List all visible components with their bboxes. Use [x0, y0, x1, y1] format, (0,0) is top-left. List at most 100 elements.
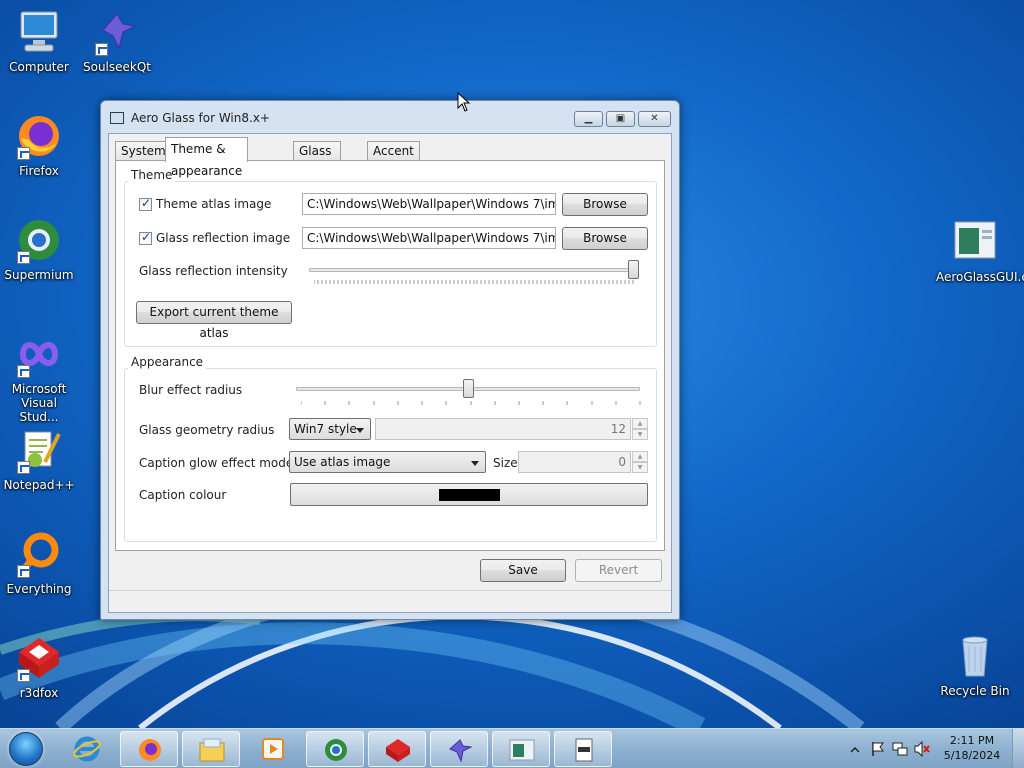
glass-reflection-browse-button[interactable]: Browse [562, 227, 648, 250]
taskbar-aeroglassgui[interactable] [492, 731, 550, 767]
desktop-icon-r3dfox[interactable]: r3dfox [0, 634, 78, 700]
minimize-button[interactable]: ▁ [574, 111, 603, 127]
close-icon: ✕ [650, 113, 659, 124]
desktop-icon-label: Everything [6, 582, 72, 596]
taskbar: 2:11 PM 5/18/2024 [0, 728, 1024, 768]
recycle-bin-icon [962, 636, 988, 677]
tab-glass-colors[interactable]: Glass colors [293, 141, 341, 177]
reflection-intensity-thumb[interactable] [628, 260, 639, 279]
desktop-icon-label: Recycle Bin [940, 684, 1010, 698]
status-bar [109, 590, 671, 612]
taskbar-clock[interactable]: 2:11 PM 5/18/2024 [942, 733, 1002, 763]
system-tray: 2:11 PM 5/18/2024 [834, 729, 1024, 768]
desktop-icon-computer[interactable]: Computer [0, 8, 78, 74]
blur-radius-label: Blur effect radius [139, 383, 243, 397]
taskbar-r3dfox[interactable] [368, 731, 426, 767]
glass-reflection-path-input[interactable]: C:\Windows\Web\Wallpaper\Windows 7\img0 [302, 227, 556, 249]
show-hidden-icons-icon[interactable] [850, 745, 860, 755]
caption-glow-label: Caption glow effect mode [139, 456, 294, 470]
geometry-radius-input[interactable]: 12 [375, 418, 631, 440]
glass-reflection-checkbox[interactable]: Glass reflection image [139, 230, 291, 245]
shortcut-arrow-icon [95, 43, 108, 56]
taskbar-soulseekqt[interactable] [430, 731, 488, 767]
reflection-intensity-label: Glass reflection intensity [139, 264, 288, 278]
geometry-radius-spinner[interactable]: ▲ ▼ [632, 418, 648, 440]
desktop-icon-notepadpp[interactable]: Notepad++ [0, 426, 78, 492]
glow-size-spinner[interactable]: ▲ ▼ [632, 451, 648, 473]
glow-size-input[interactable]: 0 [518, 451, 631, 473]
caption-glow-dropdown[interactable]: Use atlas image [289, 451, 486, 473]
window-titlebar[interactable]: Aero Glass for Win8.x+ ▁ ▣ ✕ [101, 101, 679, 133]
tab-system[interactable]: System [115, 141, 172, 161]
caption-colour-label: Caption colour [139, 488, 227, 502]
glass-reflection-label: Glass reflection image [156, 231, 291, 245]
theme-atlas-checkbox[interactable]: Theme atlas image [139, 196, 271, 211]
desktop-icon-label: r3dfox [19, 686, 59, 700]
geometry-style-value: Win7 style [294, 422, 357, 436]
export-theme-atlas-button[interactable]: Export current theme atlas [136, 301, 292, 340]
desktop-icon-everything[interactable]: Everything [0, 530, 78, 596]
taskbar-notepad-gif[interactable] [554, 731, 612, 767]
shortcut-arrow-icon [17, 669, 30, 682]
theme-atlas-browse-button[interactable]: Browse [562, 193, 648, 216]
computer-icon [20, 11, 58, 52]
r3dfox-icon [386, 739, 410, 762]
desktop-icon-label: Notepad++ [3, 478, 75, 492]
caption-colour-button[interactable] [290, 483, 648, 506]
spin-up-icon[interactable]: ▲ [632, 451, 648, 462]
desktop-icon-visual-studio[interactable]: Microsoft Visual Stud... [0, 330, 78, 424]
blur-radius-thumb[interactable] [462, 379, 474, 398]
network-icon[interactable] [892, 741, 908, 757]
media-player-icon [262, 738, 284, 760]
action-center-flag-icon[interactable] [870, 741, 886, 757]
notepad-gif-icon [575, 738, 593, 762]
appearance-group-legend: Appearance [128, 355, 207, 369]
windows-logo-icon [9, 732, 43, 766]
firefox-icon [139, 739, 161, 761]
volume-muted-icon[interactable] [914, 741, 930, 757]
desktop-icon-soulseekqt[interactable]: SoulseekQt [78, 8, 156, 74]
desktop-icon-firefox[interactable]: Firefox [0, 112, 78, 178]
desktop-icon-aeroglassgui[interactable]: AeroGlassGUI.exe [936, 218, 1024, 284]
geometry-radius-label: Glass geometry radius [139, 423, 275, 437]
spin-up-icon[interactable]: ▲ [632, 418, 648, 429]
desktop-icon-supermium[interactable]: Supermium [0, 216, 78, 282]
caption-glow-value: Use atlas image [294, 455, 391, 469]
theme-atlas-path-input[interactable]: C:\Windows\Web\Wallpaper\Windows 7\img0 [302, 193, 556, 215]
revert-button[interactable]: Revert [575, 559, 662, 582]
tab-theme-appearance[interactable]: Theme & appearance [165, 137, 249, 178]
mouse-cursor-icon [457, 92, 471, 112]
glow-size-label: Size [493, 456, 518, 470]
maximize-icon: ▣ [615, 113, 626, 124]
desktop-icon-label: Supermium [4, 268, 74, 282]
tab-accent[interactable]: Accent [367, 141, 420, 161]
shortcut-arrow-icon [17, 147, 30, 160]
desktop-icon-label: Computer [9, 60, 69, 74]
taskbar-supermium[interactable] [306, 731, 364, 767]
start-button[interactable] [4, 730, 48, 768]
maximize-button[interactable]: ▣ [606, 111, 635, 127]
shortcut-arrow-icon [17, 251, 30, 264]
reflection-intensity-ticks [314, 280, 634, 284]
desktop-icon-recycle-bin[interactable]: Recycle Bin [936, 632, 1014, 698]
taskbar-file-explorer[interactable] [182, 731, 240, 767]
aero-glass-window: Aero Glass for Win8.x+ ▁ ▣ ✕ System Them… [100, 100, 680, 620]
checkbox-box[interactable] [139, 196, 152, 211]
spin-down-icon[interactable]: ▼ [632, 462, 648, 473]
show-desktop-button[interactable] [1012, 729, 1024, 768]
save-button[interactable]: Save [480, 559, 566, 582]
geometry-style-dropdown[interactable]: Win7 style [289, 418, 371, 440]
checkbox-box[interactable] [139, 230, 152, 245]
taskbar-internet-explorer[interactable] [58, 731, 116, 767]
taskbar-media-player[interactable] [244, 731, 302, 767]
spin-down-icon[interactable]: ▼ [632, 429, 648, 440]
close-button[interactable]: ✕ [638, 111, 671, 127]
internet-explorer-icon [73, 736, 101, 762]
shortcut-arrow-icon [17, 365, 30, 378]
reflection-intensity-track[interactable] [309, 268, 639, 272]
desktop-icon-label: SoulseekQt [82, 60, 151, 74]
aeroglassgui-icon [954, 221, 996, 259]
taskbar-firefox[interactable] [120, 731, 178, 767]
chevron-down-icon [356, 428, 364, 433]
file-explorer-icon [199, 738, 225, 762]
